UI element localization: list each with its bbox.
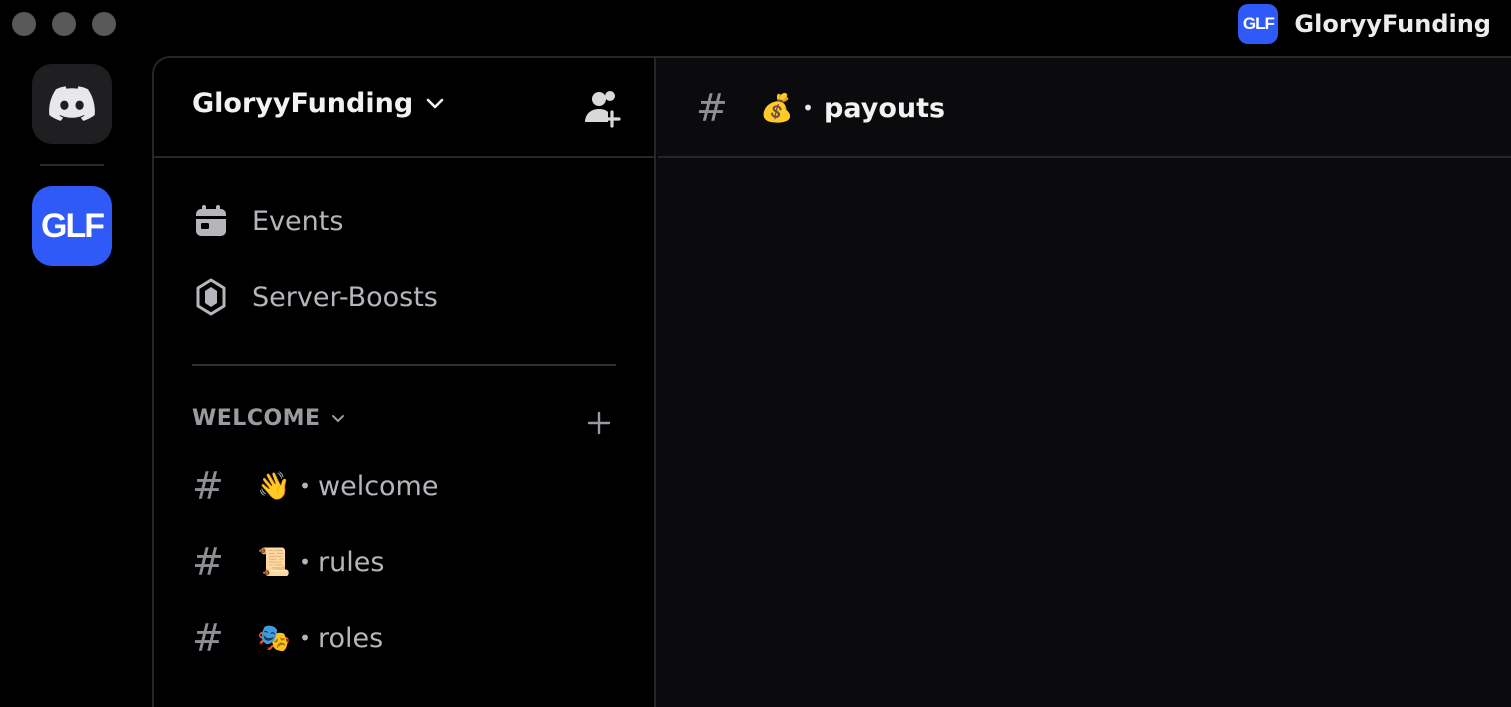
message-area <box>658 160 1511 707</box>
category-welcome[interactable]: WELCOME <box>192 406 345 431</box>
server-name: GloryyFunding <box>192 88 414 119</box>
close-window-button[interactable] <box>12 12 36 36</box>
channel-rules[interactable]: # 📜 • rules <box>192 537 384 587</box>
titlebar-server: GLF GloryyFunding <box>1238 4 1491 44</box>
create-channel-button[interactable] <box>584 406 614 440</box>
nav-events-label: Events <box>252 205 344 237</box>
nav-server-boosts-label: Server-Boosts <box>252 281 438 313</box>
server-icon-gloryyfunding[interactable]: GLF <box>32 186 112 266</box>
boost-gem-icon <box>192 278 230 316</box>
performing-arts-emoji: 🎭 <box>257 623 291 654</box>
channel-name: welcome <box>318 470 439 502</box>
category-label: WELCOME <box>192 406 321 431</box>
server-name-dropdown[interactable]: GloryyFunding <box>192 88 445 119</box>
invite-people-button[interactable] <box>582 88 626 128</box>
calendar-icon <box>192 202 230 240</box>
server-rail: GLF <box>0 50 144 707</box>
chevron-down-icon <box>426 98 444 108</box>
channel-separator: • <box>299 626 311 650</box>
sidebar-divider <box>192 364 616 366</box>
current-channel-name: payouts <box>824 92 946 124</box>
main-frame: GloryyFunding Events Server-Boosts WELCO… <box>152 56 1511 707</box>
hashtag-icon: # <box>192 616 224 660</box>
server-header[interactable]: GloryyFunding <box>154 58 654 158</box>
discord-logo-icon <box>49 86 95 121</box>
minimize-window-button[interactable] <box>52 12 76 36</box>
home-button[interactable] <box>32 64 112 144</box>
plus-icon <box>587 411 611 435</box>
add-member-icon <box>585 91 621 128</box>
zoom-window-button[interactable] <box>92 12 116 36</box>
nav-events[interactable]: Events <box>192 199 343 243</box>
channel-separator: • <box>299 550 311 574</box>
titlebar-server-name: GloryyFunding <box>1294 10 1491 38</box>
current-channel-title: # 💰 • payouts <box>696 84 945 132</box>
waving-hand-emoji: 👋 <box>257 471 291 502</box>
scroll-emoji: 📜 <box>257 547 291 578</box>
server-logo-icon: GLF <box>1238 4 1279 44</box>
channel-name: roles <box>318 622 384 654</box>
hashtag-icon: # <box>192 464 224 508</box>
hashtag-icon: # <box>192 540 224 584</box>
channel-name: rules <box>318 546 385 578</box>
hashtag-icon: # <box>696 86 728 130</box>
channel-roles[interactable]: # 🎭 • roles <box>192 613 383 663</box>
chevron-down-icon <box>331 414 344 422</box>
channel-separator: • <box>802 96 814 120</box>
channel-sidebar: GloryyFunding Events Server-Boosts WELCO… <box>154 58 656 707</box>
channel-welcome[interactable]: # 👋 • welcome <box>192 461 438 511</box>
nav-server-boosts[interactable]: Server-Boosts <box>192 275 438 319</box>
channel-separator: • <box>299 474 311 498</box>
money-bag-emoji: 💰 <box>760 93 794 124</box>
window-titlebar: GLF GloryyFunding <box>0 0 1511 50</box>
channel-header: # 💰 • payouts <box>658 58 1511 158</box>
rail-separator <box>40 164 104 166</box>
